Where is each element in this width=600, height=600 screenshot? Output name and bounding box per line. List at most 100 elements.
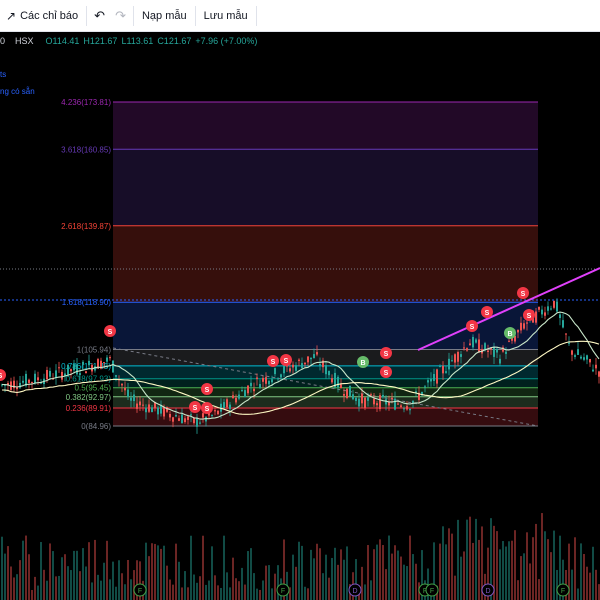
candle-body — [133, 394, 135, 402]
volume-bar — [535, 523, 537, 600]
candle-body — [580, 356, 582, 359]
signal-label: S — [527, 313, 532, 320]
candle-body — [472, 336, 474, 348]
volume-bar — [55, 576, 57, 600]
volume-bar — [334, 547, 336, 600]
toolbar-divider — [132, 5, 134, 26]
candle-body — [70, 369, 72, 372]
volume-bar — [478, 539, 480, 600]
candle-body — [343, 394, 345, 396]
toolbar-divider — [194, 5, 196, 26]
candle-body — [148, 404, 150, 412]
candle-body — [571, 350, 573, 355]
fib-level-label: 0(84.96) — [81, 422, 111, 431]
volume-bar — [316, 543, 318, 600]
price-chart[interactable]: 4.236(173.81) 3.618(160.85) 2.618(139.87) 1… — [0, 32, 600, 600]
volume-bar — [472, 542, 474, 600]
exchange-label: HSX — [15, 36, 34, 46]
volume-bar — [367, 545, 369, 600]
volume-bar — [91, 582, 93, 600]
candle-body — [175, 415, 177, 417]
candle-body — [496, 348, 498, 353]
candle-body — [574, 355, 576, 357]
volume-bar — [88, 542, 90, 600]
volume-bar — [250, 548, 252, 600]
volume-bar — [124, 584, 126, 600]
candle-body — [313, 354, 315, 359]
candle-body — [436, 369, 438, 384]
candle-body — [121, 383, 123, 386]
volume-bar — [400, 556, 402, 600]
candle-body — [352, 394, 354, 400]
signal-label: S — [284, 358, 289, 365]
candle-body — [163, 406, 165, 417]
volume-bar — [133, 570, 135, 600]
volume-bar — [520, 556, 522, 600]
volume-bar — [238, 581, 240, 600]
candle-body — [79, 373, 81, 375]
candle-body — [187, 416, 189, 420]
volume-bar — [172, 584, 174, 600]
event-label: F — [281, 588, 285, 595]
volume-bar — [19, 560, 21, 600]
load-template-button[interactable]: Nạp mẫu — [136, 4, 193, 28]
fib-level-label: 3.618(160.85) — [61, 145, 111, 154]
volume-bar — [451, 533, 453, 600]
candle-body — [424, 386, 426, 388]
toolbar-divider — [255, 5, 257, 26]
volume-bar — [571, 569, 573, 600]
signal-label: S — [205, 387, 210, 394]
candle-body — [34, 373, 36, 384]
volume-bar — [370, 580, 372, 600]
volume-bar — [442, 526, 444, 600]
volume-bar — [502, 541, 504, 600]
volume-bar — [376, 544, 378, 600]
candle-body — [229, 404, 231, 409]
save-template-button[interactable]: Lưu mẫu — [198, 4, 254, 28]
indicators-label: Các chỉ báo — [20, 9, 79, 22]
chart-canvas[interactable]: 4.236(173.81) 3.618(160.85) 2.618(139.87) 1… — [0, 32, 600, 600]
candle-body — [583, 357, 585, 360]
volume-bar — [397, 550, 399, 600]
volume-bar — [403, 564, 405, 600]
candle-body — [340, 384, 342, 388]
volume-bar — [235, 578, 237, 600]
candle-body — [202, 413, 204, 418]
candle-body — [577, 349, 579, 355]
volume-bar — [448, 528, 450, 600]
volume-bar — [505, 546, 507, 600]
signal-label: S — [384, 370, 389, 377]
event-label: F — [138, 588, 142, 595]
volume-bar — [166, 565, 168, 600]
candle-body — [499, 358, 501, 364]
volume-bar — [343, 559, 345, 600]
candle-body — [589, 359, 591, 363]
candle-body — [331, 378, 333, 383]
candle-body — [460, 354, 462, 357]
candle-body — [376, 403, 378, 406]
volume-bar — [40, 542, 42, 600]
indicators-button[interactable]: ↗ Các chỉ báo — [0, 4, 84, 28]
volume-bar — [439, 543, 441, 600]
volume-bar — [4, 553, 6, 600]
candle-body — [370, 394, 372, 396]
volume-bar — [538, 579, 540, 600]
volume-bar — [307, 588, 309, 600]
candle-body — [274, 368, 276, 375]
candle-body — [127, 389, 129, 397]
volume-bar — [103, 562, 105, 600]
volume-bar — [574, 537, 576, 600]
volume-bar — [256, 588, 258, 600]
load-template-label: Nạp mẫu — [141, 9, 187, 22]
candle-body — [526, 322, 528, 324]
undo-icon[interactable]: ↶ — [89, 8, 110, 24]
candle-body — [103, 362, 105, 364]
volume-bar — [94, 539, 96, 600]
redo-icon[interactable]: ↷ — [110, 8, 131, 24]
candle-body — [406, 406, 408, 410]
candle-body — [553, 300, 555, 308]
fib-level-label: 0.382(92.97) — [66, 393, 112, 402]
candle-body — [157, 407, 159, 415]
volume-bar — [373, 549, 375, 600]
volume-bar — [298, 541, 300, 600]
